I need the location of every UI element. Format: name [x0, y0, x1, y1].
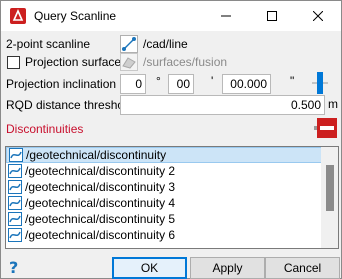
remove-icon[interactable]: [317, 118, 337, 138]
list-item-label: /geotechnical/discontinuity 2: [25, 164, 176, 178]
ok-button[interactable]: OK: [112, 257, 187, 279]
list-item[interactable]: /geotechnical/discontinuity 3: [6, 179, 338, 195]
title-bar: Query Scanline: [1, 1, 341, 31]
app-logo-icon: [10, 8, 26, 24]
cancel-button[interactable]: Cancel: [265, 257, 340, 279]
inclination-minutes-input[interactable]: 00: [168, 74, 194, 94]
scrollbar-thumb[interactable]: [326, 165, 334, 211]
discontinuity-icon: [9, 148, 23, 162]
help-icon[interactable]: ?: [7, 258, 23, 276]
discontinuity-icon: [8, 164, 22, 178]
projection-surface-label: Projection surface: [25, 55, 122, 69]
list-scrollbar[interactable]: [321, 147, 338, 248]
scanline-pick-icon[interactable]: [120, 35, 138, 53]
scanline-value[interactable]: /cad/line: [143, 37, 188, 51]
minimize-icon: [221, 15, 231, 17]
discontinuities-label: Discontinuities: [6, 122, 84, 136]
list-item-label: /geotechnical/discontinuity 6: [25, 228, 176, 242]
discontinuity-icon: [8, 180, 22, 194]
list-item[interactable]: /geotechnical/discontinuity 2: [6, 163, 338, 179]
query-scanline-dialog: Query Scanline 2-point scanline /cad/lin…: [0, 0, 342, 279]
list-item[interactable]: /geotechnical/discontinuity 6: [6, 227, 338, 243]
rqd-label: RQD distance threshold: [6, 98, 134, 112]
maximize-icon: [267, 11, 277, 21]
window-title: Query Scanline: [34, 9, 117, 23]
seconds-unit: ": [290, 74, 295, 88]
inclination-degrees-input[interactable]: 0: [120, 74, 146, 94]
inclination-seconds-input[interactable]: 00.000: [222, 74, 271, 94]
surface-pick-icon: [120, 53, 138, 71]
inclination-label: Projection inclination: [6, 77, 117, 91]
maximize-button[interactable]: [249, 1, 295, 31]
discontinuity-icon: [8, 196, 22, 210]
discontinuity-list[interactable]: /geotechnical/discontinuity /geotechnica…: [5, 146, 339, 249]
minimize-button[interactable]: [203, 1, 249, 31]
apply-button[interactable]: Apply: [190, 257, 265, 279]
projection-surface-value: /surfaces/fusion: [143, 55, 228, 69]
close-button[interactable]: [295, 1, 341, 31]
list-item-label: /geotechnical/discontinuity: [26, 148, 167, 162]
list-item[interactable]: /geotechnical/discontinuity: [6, 147, 338, 163]
scanline-label: 2-point scanline: [6, 37, 91, 51]
svg-text:?: ?: [9, 258, 18, 276]
projection-surface-checkbox[interactable]: [7, 56, 20, 69]
minutes-unit: ': [211, 74, 214, 88]
degrees-unit: °: [156, 74, 161, 88]
rqd-input[interactable]: 0.500: [120, 95, 325, 115]
discontinuity-icon: [8, 228, 22, 242]
list-item-label: /geotechnical/discontinuity 4: [25, 196, 176, 210]
list-item-label: /geotechnical/discontinuity 5: [25, 212, 176, 226]
rqd-unit: m: [328, 97, 338, 111]
close-icon: [313, 11, 323, 21]
list-item-label: /geotechnical/discontinuity 3: [25, 180, 176, 194]
list-item[interactable]: /geotechnical/discontinuity 5: [6, 211, 338, 227]
list-item[interactable]: /geotechnical/discontinuity 4: [6, 195, 338, 211]
inclination-slider[interactable]: [312, 71, 328, 95]
discontinuity-icon: [8, 212, 22, 226]
